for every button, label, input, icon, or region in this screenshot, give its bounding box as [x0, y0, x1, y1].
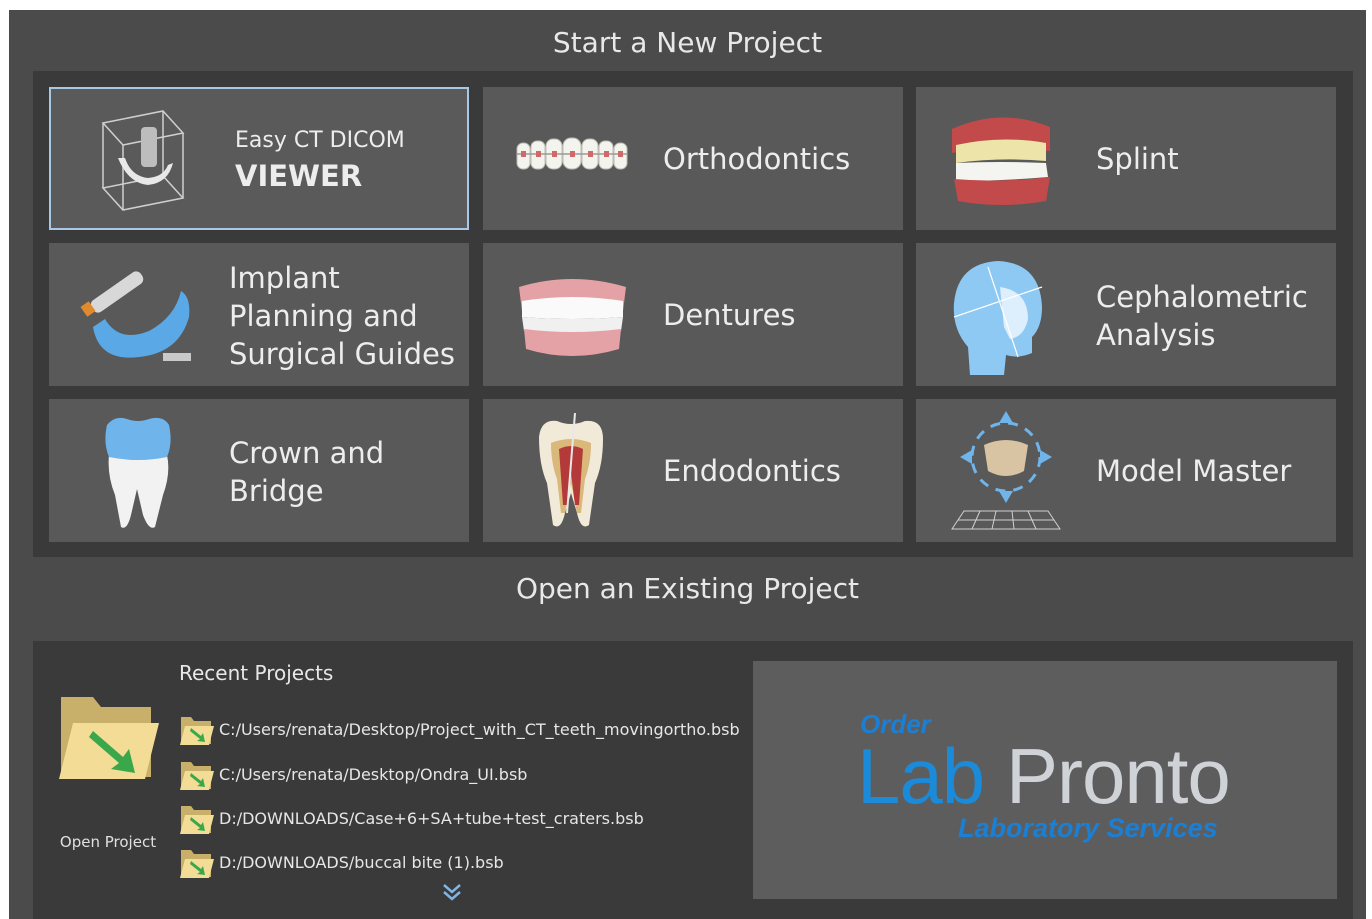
tile-model-master[interactable]: Model Master	[916, 399, 1336, 542]
tile-implant-planning[interactable]: Implant Planning and Surgical Guides	[49, 243, 469, 386]
logo-subtitle: Laboratory Services	[958, 813, 1218, 843]
open-project-label: Open Project	[59, 833, 157, 851]
open-existing-project-title: Open an Existing Project	[515, 572, 860, 605]
open-folder-icon	[59, 697, 159, 779]
project-folder-icon	[180, 762, 214, 790]
tile-orthodontics[interactable]: Orthodontics	[483, 87, 903, 230]
double-chevron-down-icon[interactable]	[441, 882, 463, 902]
recent-project-path: D:/DOWNLOADS/Case+6+SA+tube+test_craters…	[219, 809, 644, 828]
tile-ct-dicom-viewer[interactable]: Easy CT DICOM VIEWER	[49, 87, 469, 230]
project-folder-icon	[180, 850, 214, 878]
implant-label-line1: Implant	[229, 261, 340, 295]
recent-project-item[interactable]: D:/DOWNLOADS/buccal bite (1).bsb	[179, 847, 739, 881]
implant-guide-icon	[80, 271, 191, 361]
recent-projects-panel: Open Project Recent Projects C:/Users/re…	[33, 641, 1353, 919]
labpronto-logo-panel[interactable]: Order Lab Pronto Laboratory Services	[753, 661, 1337, 899]
start-new-project-title: Start a New Project	[552, 26, 823, 59]
recent-project-path: C:/Users/renata/Desktop/Project_with_CT_…	[219, 720, 740, 739]
dentures-label: Dentures	[663, 298, 796, 332]
splint-label: Splint	[1096, 142, 1179, 176]
project-folder-icon	[180, 806, 214, 834]
dentures-icon	[519, 279, 626, 356]
tile-endodontics[interactable]: Endodontics	[483, 399, 903, 542]
crown-tooth-icon	[105, 417, 171, 528]
endo-tooth-icon	[539, 413, 603, 527]
skull-head-icon	[953, 261, 1043, 375]
model-master-label: Model Master	[1096, 454, 1292, 488]
logo-pronto-text: Pronto	[1006, 732, 1231, 820]
cephalometric-label-line1: Cephalometric	[1096, 280, 1308, 314]
tile-crown-bridge[interactable]: Crown and Bridge	[49, 399, 469, 542]
project-type-grid: Easy CT DICOM VIEWER Orthodontics Splint…	[33, 71, 1353, 557]
recent-project-item[interactable]: C:/Users/renata/Desktop/Project_with_CT_…	[179, 714, 740, 748]
crown-label-line2: Bridge	[229, 474, 324, 508]
orthodontics-label: Orthodontics	[663, 142, 851, 176]
implant-label-line3: Surgical Guides	[229, 337, 455, 371]
start-screen: Start a New Project Easy CT DICOM VIEWER	[9, 10, 1366, 919]
open-project-button[interactable]: Open Project	[43, 681, 173, 861]
splint-icon	[952, 117, 1050, 205]
recent-project-path: D:/DOWNLOADS/buccal bite (1).bsb	[219, 853, 504, 872]
tile-splint[interactable]: Splint	[916, 87, 1336, 230]
recent-project-item[interactable]: D:/DOWNLOADS/Case+6+SA+tube+test_craters…	[179, 803, 739, 837]
viewer-label-line2: VIEWER	[235, 159, 363, 193]
tile-dentures[interactable]: Dentures	[483, 243, 903, 386]
tile-cephalometric[interactable]: Cephalometric Analysis	[916, 243, 1336, 386]
recent-project-path: C:/Users/renata/Desktop/Ondra_UI.bsb	[219, 765, 528, 784]
recent-projects-title: Recent Projects	[179, 661, 334, 685]
ct-cube-icon	[101, 110, 185, 211]
logo-lab-text: Lab	[857, 732, 985, 820]
braces-icon	[516, 137, 628, 170]
viewer-label-line1: Easy CT DICOM	[235, 128, 405, 153]
model-master-icon	[951, 411, 1061, 530]
endodontics-label: Endodontics	[663, 454, 841, 488]
recent-project-item[interactable]: C:/Users/renata/Desktop/Ondra_UI.bsb	[179, 759, 739, 793]
crown-label-line1: Crown and	[229, 436, 385, 470]
project-folder-icon	[180, 717, 214, 745]
implant-label-line2: Planning and	[229, 299, 418, 333]
cephalometric-label-line2: Analysis	[1096, 318, 1216, 352]
